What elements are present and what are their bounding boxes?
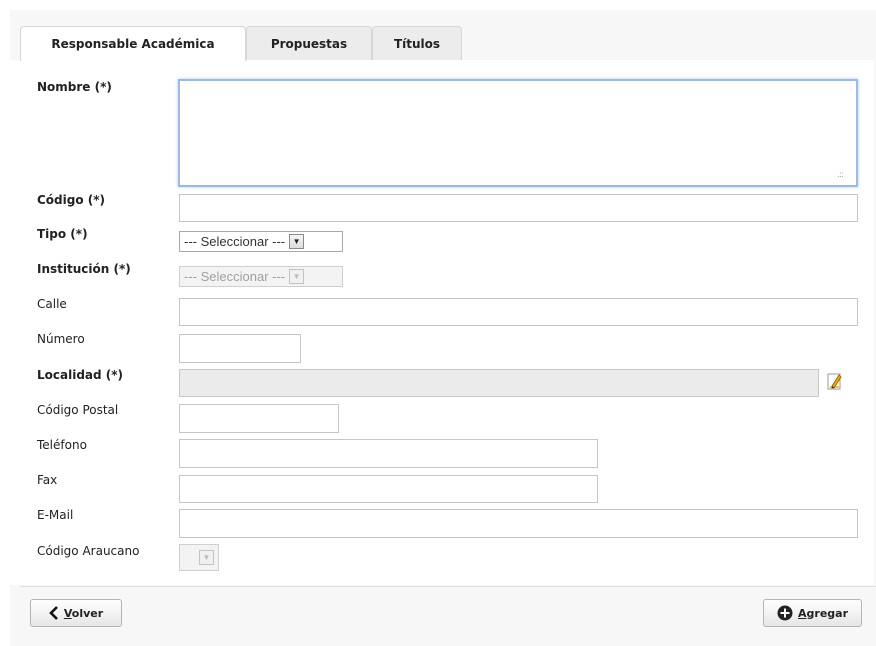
tipo-selected: --- Seleccionar --- (184, 234, 286, 249)
chevron-down-icon: ▼ (289, 234, 305, 249)
tab-label: Títulos (393, 36, 441, 51)
chevron-down-icon: ▼ (199, 550, 214, 565)
chevron-down-icon: ▼ (289, 269, 305, 284)
pencil-icon[interactable] (826, 371, 844, 391)
institucion-selected: --- Seleccionar --- (184, 269, 286, 284)
tipo-label: Tipo (*) (37, 227, 88, 241)
fax-input[interactable] (179, 475, 598, 503)
numero-label: Número (37, 332, 85, 346)
localidad-label: Localidad (*) (37, 368, 124, 382)
email-label: E-Mail (37, 508, 74, 522)
telefono-label: Teléfono (37, 438, 87, 452)
volver-label: Volver (63, 606, 104, 620)
nombre-textarea[interactable] (178, 79, 858, 187)
codigo-araucano-label: Código Araucano (37, 544, 140, 558)
footer-divider (20, 586, 876, 587)
calle-input[interactable] (179, 298, 858, 326)
tab-propuestas[interactable]: Propuestas (246, 26, 372, 60)
telefono-input[interactable] (179, 439, 598, 468)
numero-input[interactable] (179, 334, 301, 363)
codigo-label: Código (*) (37, 193, 106, 207)
tab-responsable-academica[interactable]: Responsable Académica (20, 26, 246, 61)
institucion-select: --- Seleccionar --- ▼ (179, 266, 343, 287)
plus-circle-icon (777, 605, 793, 621)
codigo-postal-label: Código Postal (37, 403, 119, 417)
resize-grip-icon[interactable]: .:: (837, 170, 870, 641)
tipo-select[interactable]: --- Seleccionar --- ▼ (179, 231, 343, 252)
tab-label: Propuestas (270, 36, 348, 51)
localidad-input (179, 369, 819, 397)
fax-label: Fax (37, 473, 58, 487)
institucion-label: Institución (*) (37, 262, 131, 276)
agregar-label: Agregar (798, 606, 848, 620)
tab-label: Responsable Académica (51, 37, 215, 51)
email-input[interactable] (179, 509, 858, 538)
nombre-label: Nombre (*) (37, 80, 112, 94)
tab-titulos[interactable]: Títulos (372, 26, 462, 60)
agregar-button[interactable]: Agregar (763, 599, 862, 627)
calle-label: Calle (37, 297, 67, 311)
volver-button[interactable]: Volver (30, 599, 122, 627)
codigo-araucano-select: ▼ (179, 544, 219, 571)
chevron-left-icon (49, 606, 59, 620)
codigo-postal-input[interactable] (179, 404, 339, 433)
codigo-input[interactable] (179, 194, 858, 222)
